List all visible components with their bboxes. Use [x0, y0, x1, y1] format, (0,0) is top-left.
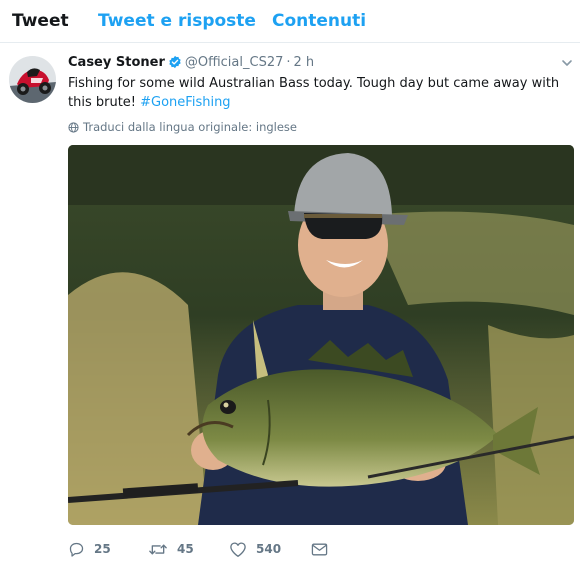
- verified-badge-icon: [168, 55, 182, 75]
- tweet-photo[interactable]: [68, 145, 574, 525]
- avatar[interactable]: [9, 56, 56, 103]
- retweet-count: 45: [177, 542, 194, 556]
- retweet-button[interactable]: 45: [148, 538, 194, 560]
- separator-dot: ·: [286, 55, 291, 70]
- globe-icon: [68, 122, 79, 133]
- reply-button[interactable]: 25: [68, 538, 111, 560]
- envelope-icon: [311, 543, 328, 555]
- user-fullname[interactable]: Casey Stoner: [68, 55, 165, 70]
- tweet-timestamp[interactable]: 2 h: [294, 55, 315, 70]
- translate-label: Traduci dalla lingua originale: inglese: [83, 120, 297, 134]
- tab-tweet[interactable]: Tweet: [12, 11, 69, 31]
- like-count: 540: [256, 542, 282, 556]
- retweet-icon: [149, 544, 167, 554]
- hashtag-link[interactable]: #GoneFishing: [140, 95, 230, 110]
- avatar-motorbike-image: [9, 56, 56, 103]
- reply-icon: [69, 542, 84, 557]
- tweet-text: Fishing for some wild Australian Bass to…: [68, 74, 568, 112]
- like-button[interactable]: 540: [229, 538, 281, 560]
- tweet-card[interactable]: Casey Stoner @Official_CS27 · 2 h Fishing f…: [0, 44, 580, 566]
- tweet-actions: 25 45 540: [68, 538, 568, 560]
- fishing-photo-image: [68, 145, 574, 525]
- tab-media[interactable]: Contenuti: [272, 11, 366, 31]
- heart-icon: [230, 541, 246, 557]
- chevron-down-icon[interactable]: [561, 54, 573, 73]
- translate-link[interactable]: Traduci dalla lingua originale: inglese: [68, 120, 297, 134]
- direct-message-button[interactable]: [311, 538, 328, 560]
- profile-tabs: Tweet Tweet e risposte Contenuti: [0, 0, 580, 43]
- tweet-header: Casey Stoner @Official_CS27 · 2 h: [68, 54, 314, 72]
- reply-count: 25: [94, 542, 111, 556]
- user-handle[interactable]: @Official_CS27: [185, 55, 284, 70]
- tab-tweets-and-replies[interactable]: Tweet e risposte: [98, 11, 256, 31]
